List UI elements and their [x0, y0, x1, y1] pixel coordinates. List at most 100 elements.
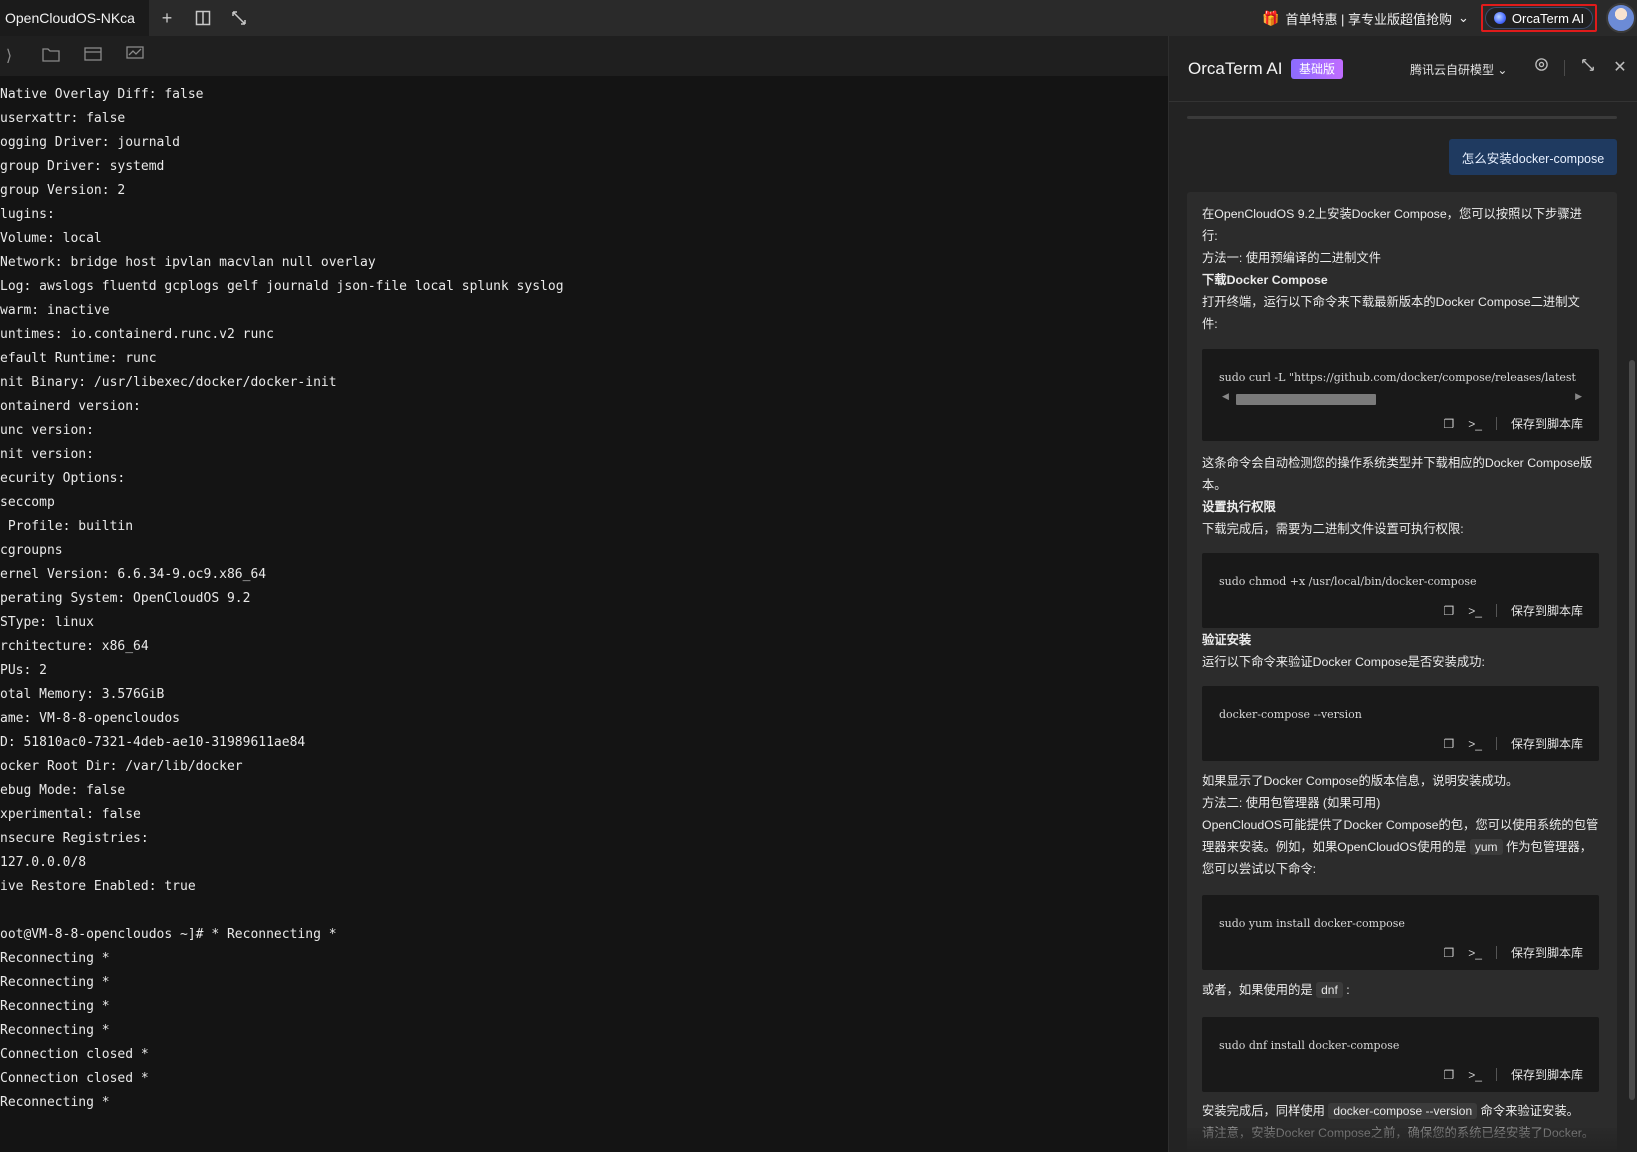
save-to-script-library-button[interactable]: 保存到脚本库	[1511, 1066, 1583, 1083]
expand-icon[interactable]	[221, 0, 257, 36]
answer-text: 如果显示了Docker Compose的版本信息，说明安装成功。	[1202, 774, 1519, 788]
panel-scrollbar[interactable]	[1629, 360, 1635, 1100]
action-divider	[1495, 737, 1497, 750]
code-actions: ❐ >_ 保存到脚本库	[1444, 602, 1583, 619]
inline-code: dnf	[1316, 982, 1343, 998]
terminal-line: ocker Root Dir: /var/lib/docker	[0, 759, 243, 774]
terminal-line: group Driver: systemd	[0, 159, 165, 174]
terminal-line: PUs: 2	[0, 663, 47, 678]
copy-icon[interactable]: ❐	[1444, 946, 1455, 960]
model-selector[interactable]: 腾讯云自研模型 ⌄	[1410, 61, 1507, 78]
save-to-script-library-button[interactable]: 保存到脚本库	[1511, 602, 1583, 619]
copy-icon[interactable]: ❐	[1444, 604, 1455, 618]
settings-icon[interactable]	[1529, 56, 1553, 80]
answer-text: 这条命令会自动检测您的操作系统类型并下载相应的Docker Compose版	[1202, 456, 1593, 470]
terminal-line: ogging Driver: journald	[0, 135, 181, 150]
terminal-toolbar: ⟩	[0, 36, 1168, 76]
copy-icon[interactable]: ❐	[1444, 737, 1455, 751]
code-command: sudo curl -L "https://github.com/docker/…	[1219, 371, 1576, 384]
terminal-line: group Version: 2	[0, 183, 126, 198]
expand-icon[interactable]	[1576, 56, 1600, 80]
inline-code: docker-compose --version	[1328, 1103, 1478, 1119]
panel-title: OrcaTerm AI	[1188, 59, 1283, 78]
answer-heading: 下载Docker Compose	[1202, 273, 1328, 287]
terminal-line: ernel Version: 6.6.34-9.oc9.x86_64	[0, 567, 267, 582]
sftp-folder-icon[interactable]	[42, 46, 60, 67]
session-tab[interactable]: OpenCloudOS-NKca	[0, 0, 149, 36]
answer-text-part: 作为包管理器，	[1505, 840, 1593, 854]
terminal-line: SType: linux	[0, 615, 94, 630]
ai-answer: 在OpenCloudOS 9.2上安装Docker Compose，您可以按照以…	[1187, 192, 1617, 1152]
run-in-terminal-icon[interactable]: >_	[1468, 946, 1482, 960]
terminal-output[interactable]: Native Overlay Diff: false userxattr: fal…	[0, 76, 1168, 1152]
terminal-line: nit Binary: /usr/libexec/docker/docker-i…	[0, 375, 337, 390]
terminal-line: Connection closed *	[0, 1047, 149, 1062]
answer-text: 行:	[1202, 229, 1218, 243]
split-view-icon[interactable]	[185, 0, 221, 36]
promo-text: 首单特惠 | 享专业版超值抢购	[1285, 11, 1453, 27]
horizontal-scrollbar[interactable]: ◀ ▶	[1222, 391, 1582, 405]
terminal-line: perating System: OpenCloudOS 9.2	[0, 591, 251, 606]
orcaterm-ai-button[interactable]: OrcaTerm AI	[1481, 4, 1597, 32]
chevron-right-icon[interactable]: ▶	[1575, 391, 1582, 402]
panel-header: OrcaTerm AI 基础版 腾讯云自研模型 ⌄ ✕	[1169, 36, 1637, 102]
terminal-line: warm: inactive	[0, 303, 110, 318]
answer-text-part: 安装完成后，同样使用	[1202, 1104, 1325, 1118]
run-in-terminal-icon[interactable]: >_	[1468, 417, 1482, 431]
terminal-line: Network: bridge host ipvlan macvlan null…	[0, 255, 376, 270]
previous-message-edge	[1187, 116, 1617, 119]
terminal-line: nsecure Registries:	[0, 831, 149, 846]
save-to-script-library-button[interactable]: 保存到脚本库	[1511, 415, 1583, 432]
session-tab-title: OpenCloudOS-NKca	[5, 10, 135, 26]
code-actions: ❐ >_ 保存到脚本库	[1444, 735, 1583, 752]
terminal-line: ontainerd version:	[0, 399, 141, 414]
save-to-script-library-button[interactable]: 保存到脚本库	[1511, 944, 1583, 961]
promo-banner[interactable]: 🎁 首单特惠 | 享专业版超值抢购 ⌄	[1262, 0, 1469, 36]
terminal-line: nit version:	[0, 447, 94, 462]
answer-heading: 验证安装	[1202, 633, 1252, 647]
answer-text: 下载完成后，需要为二进制文件设置可执行权限:	[1202, 522, 1464, 536]
answer-text: 方法一: 使用预编译的二进制文件	[1202, 251, 1381, 265]
code-command: sudo yum install docker-compose	[1219, 917, 1405, 930]
terminal-line: rchitecture: x86_64	[0, 639, 149, 654]
copy-icon[interactable]: ❐	[1444, 1068, 1455, 1082]
terminal-line: otal Memory: 3.576GiB	[0, 687, 165, 702]
plus-icon[interactable]: +	[149, 0, 185, 36]
answer-text: 本。	[1202, 478, 1227, 492]
terminal-line: ive Restore Enabled: true	[0, 879, 196, 894]
code-block: sudo yum install docker-compose ❐ >_ 保存到…	[1202, 895, 1599, 970]
scroll-thumb[interactable]	[1236, 394, 1376, 405]
save-to-script-library-button[interactable]: 保存到脚本库	[1511, 735, 1583, 752]
avatar[interactable]	[1606, 3, 1636, 33]
code-actions: ❐ >_ 保存到脚本库	[1444, 944, 1583, 961]
code-actions: ❐ >_ 保存到脚本库	[1444, 1066, 1583, 1083]
header-divider	[1564, 60, 1565, 76]
code-command: sudo dnf install docker-compose	[1219, 1039, 1400, 1052]
copy-icon[interactable]: ❐	[1444, 417, 1455, 431]
action-divider	[1495, 417, 1497, 430]
code-command: docker-compose --version	[1219, 708, 1362, 721]
ai-orb-icon	[1493, 12, 1506, 24]
run-in-terminal-icon[interactable]: >_	[1468, 1068, 1482, 1082]
terminal-line: Reconnecting *	[0, 999, 110, 1014]
answer-text: 方法二: 使用包管理器 (如果可用)	[1202, 796, 1381, 810]
model-label: 腾讯云自研模型	[1410, 63, 1495, 77]
terminal-line: Log: awslogs fluentd gcplogs gelf journa…	[0, 279, 564, 294]
chevron-down-icon: ⌄	[1497, 63, 1508, 77]
monitor-icon[interactable]	[126, 45, 144, 67]
answer-text: OpenCloudOS可能提供了Docker Compose的包，您可以使用系统…	[1202, 818, 1599, 832]
new-session-icon[interactable]: ⟩	[0, 46, 18, 66]
run-in-terminal-icon[interactable]: >_	[1468, 604, 1482, 618]
answer-text: 或者，如果使用的是 dnf :	[1202, 979, 1602, 1001]
chevron-down-icon: ⌄	[1458, 10, 1469, 25]
close-icon[interactable]: ✕	[1608, 56, 1632, 80]
chevron-left-icon[interactable]: ◀	[1222, 391, 1229, 402]
run-in-terminal-icon[interactable]: >_	[1468, 737, 1482, 751]
orcaterm-ai-pill: OrcaTerm AI	[1485, 7, 1593, 29]
terminal-line: oot@VM-8-8-opencloudos ~]# * Reconnectin…	[0, 927, 337, 942]
terminal-line: efault Runtime: runc	[0, 351, 157, 366]
file-transfer-icon[interactable]	[84, 46, 102, 67]
terminal-line: userxattr: false	[0, 111, 126, 126]
action-divider	[1495, 1068, 1497, 1081]
terminal-line: D: 51810ac0-7321-4deb-ae10-31989611ae84	[0, 735, 306, 750]
